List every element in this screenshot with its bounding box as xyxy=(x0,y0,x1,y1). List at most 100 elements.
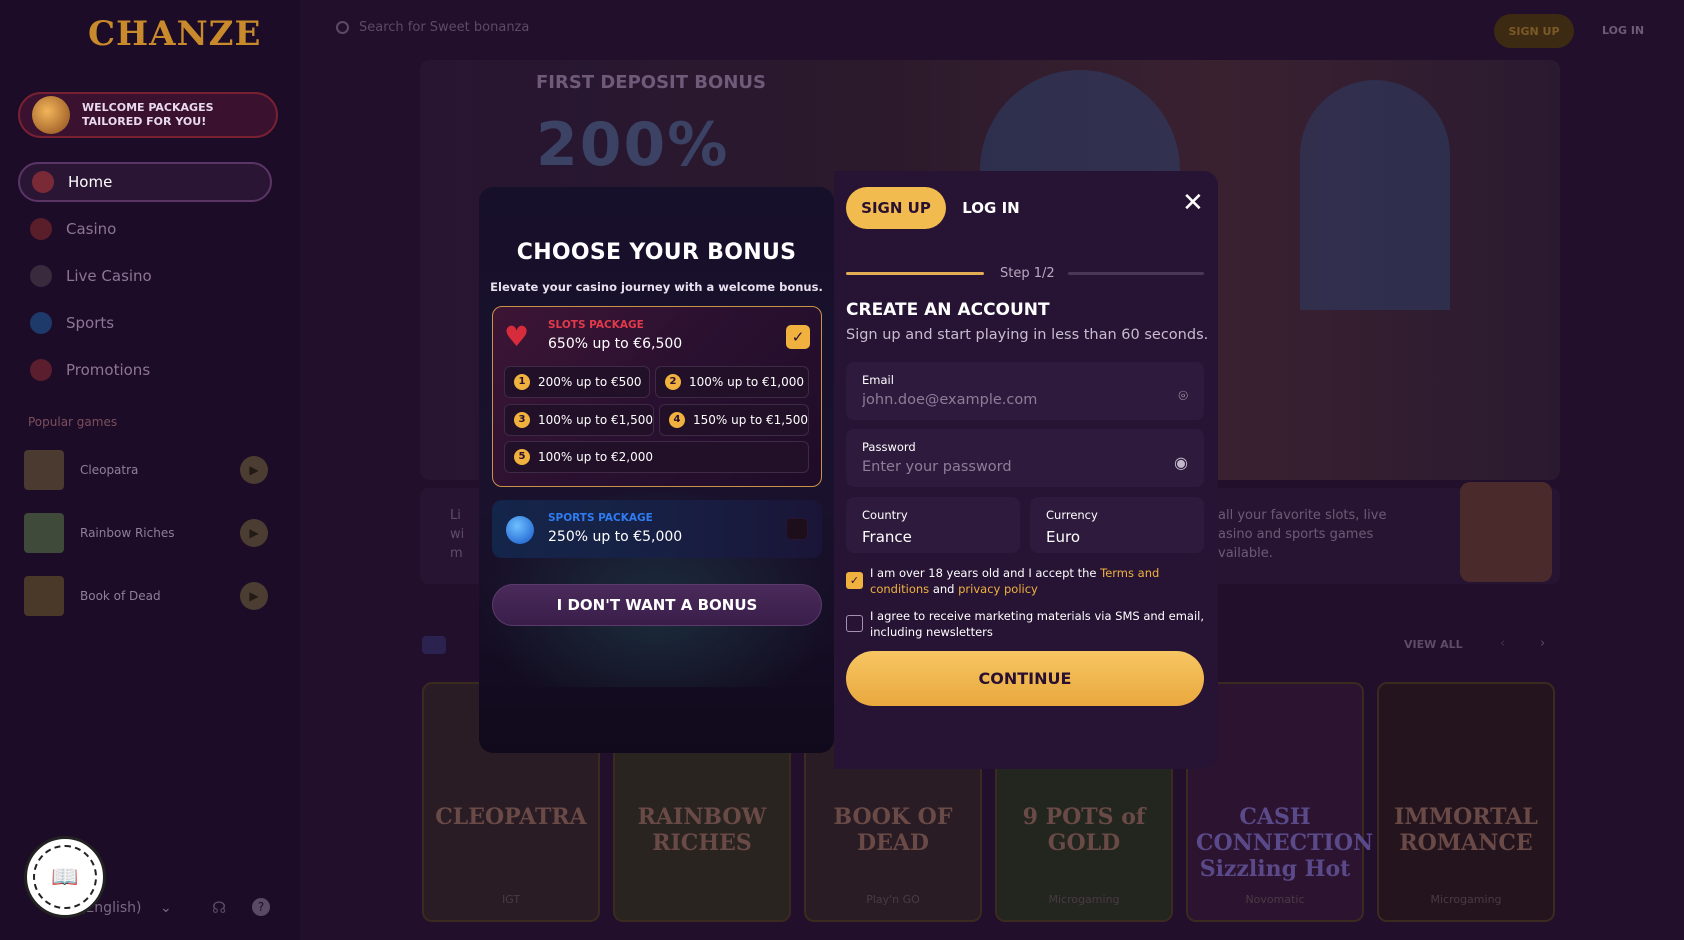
bonus-option: 5 100% up to €2,000 xyxy=(504,441,809,473)
book-of-bonus-badge[interactable]: 📖 xyxy=(24,836,106,918)
create-account-title: CREATE AN ACCOUNT xyxy=(846,300,1050,320)
sidebar-item-promotions[interactable]: Promotions xyxy=(18,350,272,390)
chevron-right-icon[interactable]: › xyxy=(1540,636,1545,651)
sidebar-item-home[interactable]: Home xyxy=(18,162,272,202)
tab-login[interactable]: LOG IN xyxy=(946,187,1036,229)
welcome-packages-text: WELCOME PACKAGES TAILORED FOR YOU! xyxy=(82,101,214,128)
info-text-left: Li wi m xyxy=(450,508,465,561)
face-scan-icon[interactable]: ⌾ xyxy=(1178,386,1188,406)
sports-ball-icon xyxy=(506,516,534,544)
sidebar: CHANZE WELCOME PACKAGES TAILORED FOR YOU… xyxy=(0,0,300,940)
sports-package-label: SPORTS PACKAGE xyxy=(548,512,653,524)
check-icon: ✓ xyxy=(849,574,860,587)
game-tile-title: BOOK OF DEAD xyxy=(833,804,953,856)
step-progress-remaining xyxy=(1068,272,1204,275)
game-tile-provider: IGT xyxy=(501,893,521,906)
currency-label: Currency xyxy=(1046,508,1098,522)
search-icon xyxy=(336,21,349,34)
game-name: Cleopatra xyxy=(80,463,139,477)
info-text-right: all your favorite slots, live asino and … xyxy=(1218,508,1387,561)
search-placeholder: Search for Sweet bonanza xyxy=(359,20,530,35)
password-field[interactable]: Password ◉ xyxy=(846,429,1204,487)
game-tile-title: RAINBOW RICHES xyxy=(637,804,767,856)
game-tile-provider: Novomatic xyxy=(1245,893,1305,906)
bonus-title: CHOOSE YOUR BONUS xyxy=(516,240,797,265)
email-input[interactable] xyxy=(862,392,1132,408)
hero-title: FIRST DEPOSIT BONUS xyxy=(536,72,766,93)
sports-package-checkbox[interactable] xyxy=(786,518,808,540)
currency-value: Euro xyxy=(1046,528,1080,546)
no-bonus-button[interactable]: I DON'T WANT A BONUS xyxy=(492,584,822,626)
heart-icon: ♥ xyxy=(504,320,530,353)
sidebar-item-live-casino[interactable]: Live Casino xyxy=(18,256,272,296)
game-thumbnail xyxy=(24,513,64,553)
continue-button[interactable]: CONTINUE xyxy=(846,651,1204,706)
create-account-subtitle: Sign up and start playing in less than 6… xyxy=(846,327,1209,343)
sidebar-item-label: Live Casino xyxy=(66,267,152,285)
popular-game-item[interactable]: Book of Dead ▶ xyxy=(24,574,268,618)
email-label: Email xyxy=(862,373,894,387)
option-text: 100% up to €2,000 xyxy=(538,450,654,464)
game-tile[interactable]: IMMORTAL ROMANCE Microgaming xyxy=(1377,682,1555,922)
play-icon[interactable]: ▶ xyxy=(240,519,268,547)
help-icon[interactable]: ? xyxy=(252,898,270,916)
slots-package-label: SLOTS PACKAGE xyxy=(548,319,644,331)
chevron-down-icon[interactable]: ⌄ xyxy=(160,900,172,916)
option-number: 4 xyxy=(669,412,685,428)
bonus-subtitle: Elevate your casino journey with a welco… xyxy=(490,280,823,294)
terms-checkbox[interactable]: ✓ xyxy=(846,572,863,589)
play-icon[interactable]: ▶ xyxy=(240,456,268,484)
view-all-link[interactable]: VIEW ALL xyxy=(1404,638,1463,651)
bonus-option: 1 200% up to €500 xyxy=(504,366,650,398)
close-icon[interactable]: ✕ xyxy=(1182,190,1204,216)
bonus-option: 3 100% up to €1,500 xyxy=(504,404,654,436)
sidebar-item-label: Casino xyxy=(66,220,117,238)
slots-section-icon xyxy=(422,636,446,654)
currency-select[interactable]: Currency Euro xyxy=(1030,497,1204,553)
header-signup-button[interactable]: SIGN UP xyxy=(1494,14,1574,48)
sidebar-item-sports[interactable]: Sports xyxy=(18,303,272,343)
privacy-link[interactable]: privacy policy xyxy=(958,582,1038,596)
casino-icon xyxy=(30,218,52,240)
sidebar-item-casino[interactable]: Casino xyxy=(18,209,272,249)
step-indicator: Step 1/2 xyxy=(1000,266,1055,281)
play-icon[interactable]: ▶ xyxy=(240,582,268,610)
email-field[interactable]: Email ⌾ xyxy=(846,362,1204,420)
terms-text-part: and xyxy=(929,582,959,596)
password-input[interactable] xyxy=(862,459,1132,475)
bonus-option: 2 100% up to €1,000 xyxy=(655,366,809,398)
search-bar[interactable]: Search for Sweet bonanza xyxy=(336,20,529,35)
headset-icon[interactable]: ☊ xyxy=(212,898,226,917)
terms-text: I am over 18 years old and I accept the … xyxy=(870,565,1210,597)
hero-percentage: 200% xyxy=(536,110,730,180)
bonus-option: 4 150% up to €1,500 xyxy=(659,404,809,436)
treasure-chest-image xyxy=(1460,482,1552,582)
welcome-packages-banner[interactable]: WELCOME PACKAGES TAILORED FOR YOU! xyxy=(18,92,278,138)
chevron-left-icon[interactable]: ‹ xyxy=(1500,636,1505,651)
terms-text-part: I am over 18 years old and I accept the xyxy=(870,566,1101,580)
password-label: Password xyxy=(862,440,916,454)
sidebar-item-label: Home xyxy=(68,173,113,191)
header-login-button[interactable]: LOG IN xyxy=(1602,24,1644,37)
home-icon xyxy=(32,171,54,193)
slots-package-checkbox[interactable]: ✓ xyxy=(786,325,810,349)
popular-games-title: Popular games xyxy=(28,415,118,429)
sidebar-nav: Home Casino Live Casino Sports Promotion… xyxy=(18,162,272,397)
popular-game-item[interactable]: Rainbow Riches ▶ xyxy=(24,511,268,555)
game-thumbnail xyxy=(24,576,64,616)
country-select[interactable]: Country France xyxy=(846,497,1020,553)
sidebar-item-label: Sports xyxy=(66,314,115,332)
game-name: Rainbow Riches xyxy=(80,526,175,540)
hero-window xyxy=(1300,80,1450,310)
option-text: 100% up to €1,500 xyxy=(538,413,654,427)
sidebar-item-label: Promotions xyxy=(66,361,151,379)
option-text: 100% up to €1,000 xyxy=(689,375,805,389)
option-number: 1 xyxy=(514,374,530,390)
popular-game-item[interactable]: Cleopatra ▶ xyxy=(24,448,268,492)
logo[interactable]: CHANZE xyxy=(88,14,261,54)
tab-signup[interactable]: SIGN UP xyxy=(846,187,946,229)
game-tile-provider: Microgaming xyxy=(1430,893,1502,906)
step-progress-filled xyxy=(846,272,984,275)
marketing-checkbox[interactable] xyxy=(846,615,863,632)
eye-icon[interactable]: ◉ xyxy=(1174,453,1188,472)
